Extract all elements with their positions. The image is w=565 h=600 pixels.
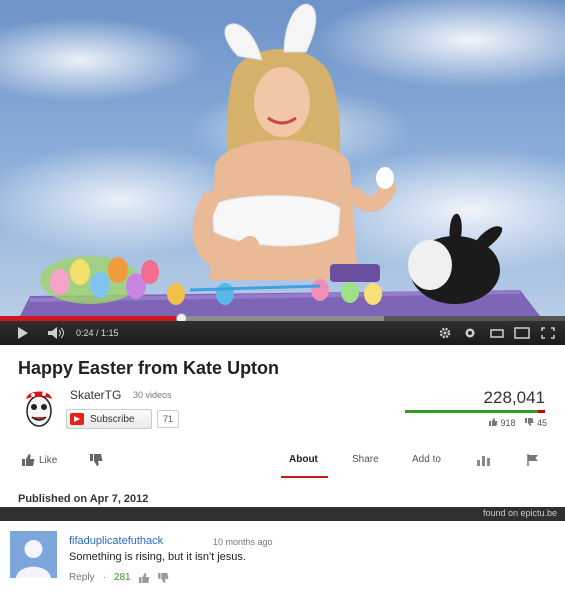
comment-actions: Reply · 281 [69,572,169,583]
comment-timestamp[interactable]: 10 months ago [213,537,273,547]
small-player-icon[interactable] [488,321,506,345]
video-scene [20,3,540,316]
tab-about[interactable]: About [289,454,318,465]
add-to-label: Add to [412,454,441,465]
comment-like-count: 281 [113,572,131,583]
comment-thumbs-down-icon[interactable] [157,572,169,583]
tab-share[interactable]: Share [352,454,379,465]
like-label: Like [39,454,58,466]
settings-gear-icon[interactable] [436,321,454,345]
commenter-avatar[interactable] [10,531,57,578]
time-display: 0:24 / 1:15 [76,328,119,338]
like-dislike-bar [405,410,545,413]
comment-thumbs-up-icon[interactable] [138,572,150,583]
channel-name[interactable]: SkaterTG [70,388,121,402]
action-bar: Like About Share Add to [0,448,565,478]
thumbs-down-icon [525,418,534,426]
reply-link[interactable]: Reply [69,572,95,583]
subscribe-label: Subscribe [90,413,135,425]
tab-add-to[interactable]: Add to [412,454,441,465]
video-frame[interactable] [0,0,565,316]
annotations-icon[interactable] [462,321,478,345]
share-label: Share [352,454,379,465]
likes-stat: 918 [488,418,515,428]
video-title: Happy Easter from Kate Upton [18,358,280,378]
subscriber-count: 71 [157,410,180,428]
report-flag-icon[interactable] [527,454,539,466]
view-count: 228,041 [483,388,545,407]
thumbs-down-icon [90,454,103,466]
dislike-button[interactable] [90,454,103,466]
comment-text: Something is rising, but it isn't jesus. [69,551,246,563]
thumbs-up-icon [488,418,498,426]
subscribe-button[interactable]: Subscribe [66,409,152,429]
comment-author[interactable]: fifaduplicatefuthack [69,535,163,547]
statistics-icon[interactable] [477,454,490,466]
like-counts: 918 45 [488,418,547,428]
channel-video-count: 30 videos [133,390,172,400]
watermark-band: found on epictu.be [0,507,565,521]
published-date: Published on Apr 7, 2012 [18,493,149,505]
play-icon[interactable] [14,321,32,345]
thumbs-up-icon [22,454,35,466]
dislikes-stat: 45 [525,418,547,428]
tab-about-underline [281,476,328,478]
like-button[interactable]: Like [22,454,57,466]
volume-icon[interactable] [46,321,68,345]
player-controls: 0:24 / 1:15 [0,321,565,345]
large-player-icon[interactable] [512,321,532,345]
watermark-text: found on epictu.be [482,508,557,518]
separator-dot: · [102,572,106,583]
channel-avatar[interactable] [18,385,60,429]
about-label: About [289,454,318,465]
youtube-play-icon [70,413,84,425]
like-ratio-fill [405,410,539,413]
fullscreen-icon[interactable] [538,321,558,345]
